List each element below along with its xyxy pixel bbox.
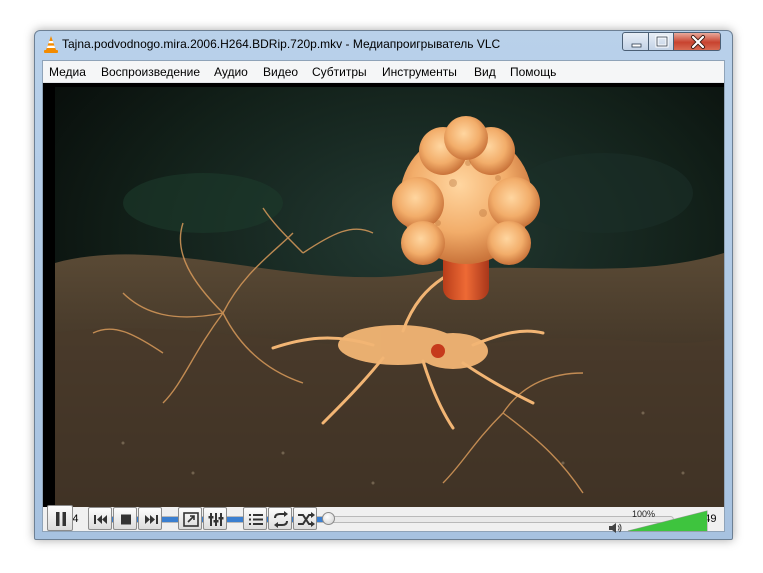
next-button[interactable] — [138, 507, 162, 530]
previous-button[interactable] — [88, 507, 112, 530]
volume-slider[interactable] — [627, 508, 709, 532]
window-title: Tajna.podvodnogo.mira.2006.H264.BDRip.72… — [62, 37, 501, 51]
menu-tools[interactable]: Инструменты — [382, 65, 457, 79]
maximize-icon — [655, 35, 669, 48]
maximize-button[interactable] — [648, 32, 674, 51]
stop-button[interactable] — [113, 507, 137, 530]
stop-icon — [121, 514, 131, 525]
video-frame[interactable] — [43, 83, 724, 507]
fullscreen-button[interactable] — [178, 507, 202, 530]
close-icon — [691, 35, 705, 49]
seek-handle[interactable] — [321, 512, 335, 525]
fullscreen-icon — [183, 512, 199, 527]
menu-video[interactable]: Видео — [263, 65, 298, 79]
skip-next-icon — [145, 515, 158, 524]
extended-settings-button[interactable] — [203, 507, 227, 530]
pause-icon — [56, 512, 66, 526]
video-picture — [43, 83, 724, 507]
pause-button[interactable] — [47, 505, 73, 531]
menu-subtitles[interactable]: Субтитры — [312, 65, 367, 79]
shuffle-button[interactable] — [293, 507, 317, 530]
menu-playback[interactable]: Воспроизведение — [101, 65, 200, 79]
playlist-icon — [249, 514, 263, 525]
minimize-icon — [631, 43, 642, 48]
playlist-button[interactable] — [243, 507, 267, 530]
menu-bar: Медиа Воспроизведение Аудио Видео Субтит… — [43, 61, 724, 83]
minimize-button[interactable] — [622, 32, 649, 51]
shuffle-icon — [298, 512, 315, 527]
skip-previous-icon — [94, 515, 107, 524]
menu-view[interactable]: Вид — [474, 65, 496, 79]
speaker-icon[interactable] — [608, 521, 622, 535]
title-bar[interactable]: Tajna.podvodnogo.mira.2006.H264.BDRip.72… — [35, 31, 732, 59]
loop-icon — [274, 511, 288, 528]
player-client-area: Медиа Воспроизведение Аудио Видео Субтит… — [42, 60, 725, 532]
menu-audio[interactable]: Аудио — [214, 65, 248, 79]
menu-help[interactable]: Помощь — [510, 65, 556, 79]
menu-media[interactable]: Медиа — [49, 65, 86, 79]
vlc-cone-icon — [44, 36, 58, 53]
equalizer-icon — [208, 513, 224, 526]
close-button[interactable] — [673, 32, 721, 51]
vlc-window: Tajna.podvodnogo.mira.2006.H264.BDRip.72… — [34, 30, 733, 540]
loop-button[interactable] — [268, 507, 292, 530]
